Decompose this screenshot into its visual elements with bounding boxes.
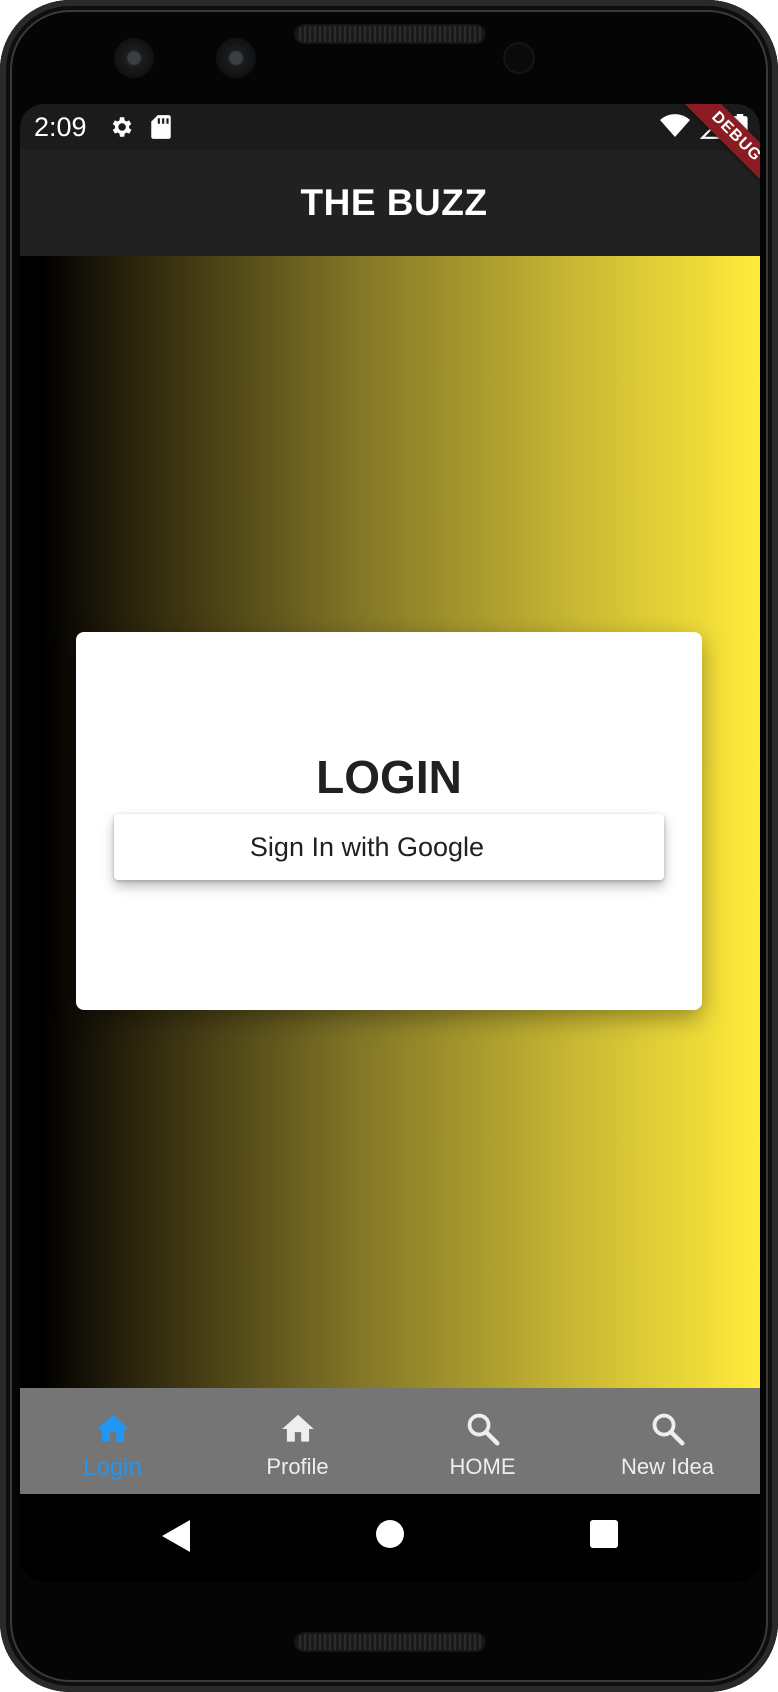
login-title: LOGIN	[316, 751, 462, 803]
home-circle-icon[interactable]	[374, 1518, 406, 1550]
proximity-sensor	[505, 44, 533, 72]
home-icon	[281, 1414, 314, 1442]
login-card: LOGIN Sign In with Google	[76, 632, 702, 1010]
home-icon	[96, 1414, 129, 1442]
status-bar: 2:09	[20, 104, 760, 150]
gear-icon	[112, 117, 132, 137]
nav-label-new-idea: New Idea	[621, 1454, 714, 1479]
nav-item-new-idea[interactable]: New Idea	[575, 1388, 760, 1494]
system-navigation-bar	[20, 1494, 760, 1582]
device-screen: 2:09 THE BUZZ LOGIN Sign In with Google …	[20, 104, 760, 1582]
earpiece-speaker	[296, 26, 484, 42]
nav-label-login: Login	[83, 1454, 142, 1481]
app-bar: THE BUZZ	[20, 150, 760, 256]
nav-item-profile[interactable]: Profile	[205, 1388, 390, 1494]
search-icon	[652, 1413, 684, 1446]
front-camera-right	[216, 38, 256, 78]
nav-item-home[interactable]: HOME	[390, 1388, 575, 1494]
back-icon[interactable]	[158, 1518, 192, 1554]
nav-label-profile: Profile	[266, 1454, 329, 1479]
wifi-icon	[660, 114, 690, 137]
phone-frame: 2:09 THE BUZZ LOGIN Sign In with Google …	[0, 0, 778, 1692]
status-time: 2:09	[34, 112, 87, 142]
google-sign-in-label: Sign In with Google	[249, 831, 485, 862]
search-icon	[467, 1413, 499, 1446]
nav-label-home: HOME	[449, 1454, 516, 1479]
bottom-speaker	[296, 1634, 484, 1650]
front-camera-left	[114, 38, 154, 78]
sd-card-icon	[151, 115, 171, 139]
nav-item-login[interactable]: Login	[20, 1388, 205, 1494]
gradient-background: LOGIN Sign In with Google	[20, 256, 760, 1388]
google-sign-in-button[interactable]: Sign In with Google	[114, 814, 664, 880]
bottom-navigation: Login Profile HOME New Idea	[20, 1388, 760, 1494]
app-title: THE BUZZ	[300, 182, 488, 223]
recents-icon[interactable]	[588, 1518, 620, 1550]
